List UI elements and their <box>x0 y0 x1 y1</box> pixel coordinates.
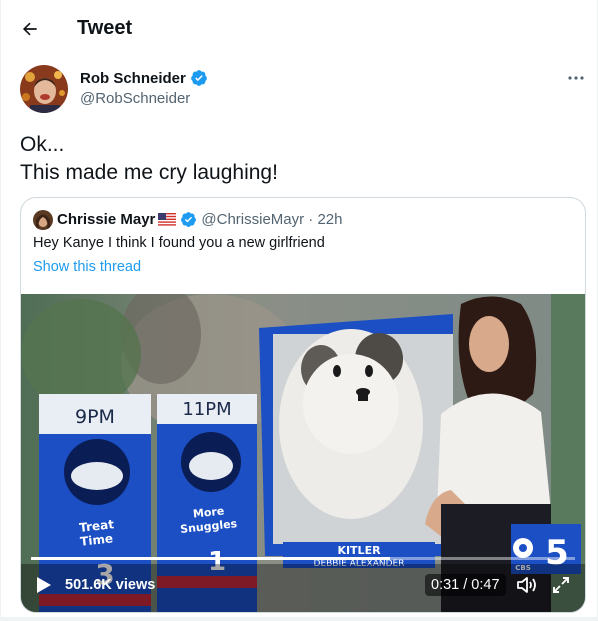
quoted-avatar[interactable] <box>33 210 53 230</box>
quoted-text: Hey Kanye I think I found you a new girl… <box>33 235 325 251</box>
tweet-text-line-2: This made me cry laughing! <box>20 161 278 184</box>
video-time: 0:31 / 0:47 <box>425 574 506 596</box>
frame-border-bottom <box>0 617 598 621</box>
page-title: Tweet <box>77 17 133 39</box>
video-frame: 9PM Treat Time 3 11PM More Snuggles 1 KI… <box>21 294 585 612</box>
verified-badge-icon <box>190 70 207 86</box>
avatar[interactable] <box>20 65 68 113</box>
fullscreen-button[interactable] <box>552 576 570 594</box>
volume-button[interactable] <box>516 575 538 595</box>
more-dots-icon <box>568 76 584 80</box>
frame-border-left <box>0 0 1 621</box>
play-icon <box>37 577 51 593</box>
expand-icon <box>553 577 569 593</box>
us-flag-icon <box>158 213 177 226</box>
page-header: Tweet <box>0 0 598 58</box>
author-name[interactable]: Rob Schneider <box>80 70 186 87</box>
play-button[interactable] <box>33 575 53 595</box>
quoted-header: Chrissie Mayr @ChrissieMayr · 22h <box>57 211 342 228</box>
video-progress-fill <box>31 557 391 560</box>
weather-time-1: 9PM <box>75 406 115 428</box>
author-name-row[interactable]: Rob Schneider <box>80 69 208 87</box>
quoted-handle-time[interactable]: @ChrissieMayr · 22h <box>201 211 342 228</box>
show-thread-link[interactable]: Show this thread <box>33 259 141 275</box>
speaker-icon <box>517 577 536 593</box>
more-options-button[interactable] <box>560 66 592 90</box>
verified-badge-icon <box>181 212 197 227</box>
tweet-text-line-1: Ok... <box>20 133 65 156</box>
author-handle[interactable]: @RobSchneider <box>80 90 190 107</box>
weather-time-2: 11PM <box>182 399 231 420</box>
video-view-count: 501.6K views <box>65 577 156 593</box>
video-progress-bar[interactable] <box>31 557 575 560</box>
quoted-author-name[interactable]: Chrissie Mayr <box>57 211 155 228</box>
lower-third-title: KITLER <box>337 544 381 557</box>
tweet-text: Ok... This made me cry laughing! <box>20 131 278 187</box>
video-player[interactable]: 9PM Treat Time 3 11PM More Snuggles 1 KI… <box>21 294 585 612</box>
back-button[interactable] <box>13 12 47 46</box>
quoted-tweet-card[interactable]: Chrissie Mayr @ChrissieMayr · 22h Hey Ka… <box>20 197 586 613</box>
arrow-left-icon <box>22 22 37 36</box>
